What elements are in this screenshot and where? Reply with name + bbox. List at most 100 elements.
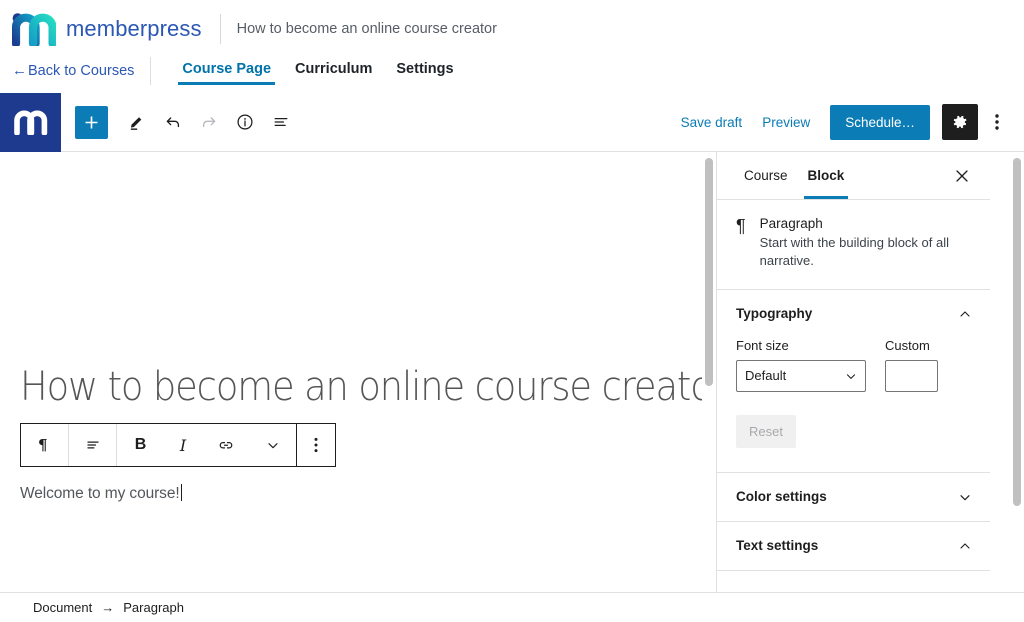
preview-button[interactable]: Preview: [752, 109, 820, 136]
align-text-icon: [86, 441, 99, 449]
sidebar-inner: Course Block ¶ Paragraph Start with the …: [717, 152, 990, 571]
custom-font-size-input[interactable]: [885, 359, 938, 392]
sidebar-tab-course-label: Course: [744, 168, 788, 183]
course-tabs: Course Page Curriculum Settings: [170, 57, 465, 85]
undo-button[interactable]: [155, 104, 191, 140]
selected-block-name: Paragraph: [759, 216, 823, 231]
reset-font-size-button[interactable]: Reset: [736, 414, 796, 448]
settings-gear-button[interactable]: [942, 104, 978, 140]
panel-typography-header[interactable]: Typography: [717, 290, 990, 338]
link-button[interactable]: [202, 424, 249, 466]
memberpress-brand-bar: memberpress How to become an online cour…: [0, 0, 1024, 57]
add-block-button[interactable]: [75, 105, 108, 139]
sidebar-tabs: Course Block: [717, 152, 990, 200]
text-caret: [180, 484, 182, 501]
panel-color-settings-title: Color settings: [736, 489, 827, 505]
memberpress-m-mark-icon[interactable]: [0, 92, 61, 152]
selected-block-info: Paragraph Start with the building block …: [760, 216, 956, 271]
editor-window: memberpress How to become an online cour…: [0, 0, 1024, 622]
paragraph-pilcrow-icon: ¶: [736, 216, 746, 236]
chevron-up-icon: [957, 538, 973, 554]
block-options-button[interactable]: [297, 424, 335, 466]
panel-text-settings-header[interactable]: Text settings: [717, 522, 990, 570]
chevron-up-icon: [957, 306, 973, 322]
back-to-courses-link[interactable]: ← Back to Courses: [0, 57, 134, 85]
align-group: [69, 424, 116, 466]
inline-format-group: B I: [117, 424, 296, 466]
details-info-button[interactable]: [227, 104, 263, 140]
brand-logo-group: memberpress: [12, 12, 202, 46]
editor-toolbar: Save draft Preview Schedule…: [0, 92, 1024, 152]
sidebar-tab-block[interactable]: Block: [798, 152, 855, 199]
breadcrumb: Document → Paragraph: [0, 600, 184, 615]
panel-color-settings-header[interactable]: Color settings: [717, 473, 990, 521]
back-arrow-icon: ←: [12, 62, 27, 79]
list-view-icon: [274, 118, 288, 126]
redo-button[interactable]: [191, 104, 227, 140]
canvas-scrollbar-thumb[interactable]: [705, 158, 713, 386]
panel-typography: Typography Font size Default Custom Rese…: [717, 290, 990, 473]
breadcrumb-document[interactable]: Document: [33, 600, 92, 615]
panel-typography-title: Typography: [736, 306, 813, 322]
more-formats-button[interactable]: [249, 424, 296, 466]
font-size-select[interactable]: Default: [736, 359, 866, 392]
tab-course-page-label: Course Page: [182, 61, 272, 77]
editor-canvas: How to become an online course creator ¶: [0, 152, 716, 592]
breadcrumb-paragraph[interactable]: Paragraph: [123, 600, 184, 615]
breadcrumb-arrow-icon: →: [101, 600, 115, 615]
sidebar-tab-course[interactable]: Course: [734, 152, 798, 199]
editor-footer: Document → Paragraph: [0, 592, 1024, 622]
kebab-menu-icon: [314, 437, 318, 453]
tab-curriculum-label: Curriculum: [295, 61, 373, 77]
save-draft-button[interactable]: Save draft: [671, 109, 753, 136]
font-size-field-group: Font size Default: [736, 338, 866, 392]
tools-pencil-button[interactable]: [119, 104, 155, 140]
more-options-button[interactable]: [982, 104, 1012, 140]
tab-settings-label: Settings: [396, 61, 454, 77]
redo-arrow-icon: [202, 117, 216, 128]
schedule-button[interactable]: Schedule…: [830, 104, 930, 140]
toolbar-left-group: [61, 104, 299, 140]
paragraph-pilcrow-icon: ¶: [38, 436, 48, 454]
undo-arrow-icon: [166, 117, 180, 128]
kebab-menu-icon: [995, 114, 999, 130]
bold-label: B: [134, 436, 147, 453]
panel-text-settings-title: Text settings: [736, 538, 819, 554]
canvas-scrollbar[interactable]: [702, 155, 716, 589]
selected-block-description: Start with the building block of all nar…: [759, 235, 949, 269]
list-view-button[interactable]: [263, 104, 299, 140]
paragraph-text: Welcome to my course!: [20, 485, 180, 502]
info-circle-icon: [237, 114, 253, 130]
tab-curriculum[interactable]: Curriculum: [283, 57, 384, 85]
plus-icon: [85, 116, 98, 128]
sidebar-scrollbar-thumb[interactable]: [1013, 158, 1021, 506]
font-size-label: Font size: [736, 337, 789, 353]
panel-typography-body: Font size Default Custom Reset: [717, 338, 990, 472]
paragraph-block[interactable]: Welcome to my course!: [20, 484, 182, 503]
italic-label: I: [179, 435, 187, 455]
sidebar-scrollbar[interactable]: [1010, 152, 1024, 592]
tab-course-page[interactable]: Course Page: [170, 57, 283, 85]
tab-settings[interactable]: Settings: [384, 57, 465, 85]
sidebar-tab-block-label: Block: [807, 168, 845, 183]
post-title-field[interactable]: How to become an online course creator: [20, 364, 716, 410]
close-sidebar-button[interactable]: [950, 164, 974, 188]
panel-color-settings: Color settings: [717, 473, 990, 522]
custom-font-size-group: Custom: [885, 338, 938, 392]
editor-main-region: How to become an online course creator ¶: [0, 152, 1024, 592]
custom-font-size-label: Custom: [885, 337, 930, 353]
bold-button[interactable]: B: [117, 424, 164, 466]
close-x-icon: [956, 170, 968, 182]
italic-button[interactable]: I: [164, 424, 202, 466]
chevron-down-icon: [267, 443, 278, 449]
brand-divider: [219, 13, 221, 44]
svg-text:¶: ¶: [38, 436, 48, 454]
back-to-courses-label: Back to Courses: [28, 63, 135, 79]
align-text-button[interactable]: [69, 424, 116, 466]
gear-icon: [953, 115, 967, 129]
block-type-paragraph-button[interactable]: ¶: [21, 424, 68, 466]
font-size-select-wrap: Default: [736, 359, 866, 392]
course-nav-bar: ← Back to Courses Course Page Curriculum …: [0, 57, 1024, 90]
nav-divider: [150, 57, 152, 85]
panel-text-settings: Text settings: [717, 522, 990, 571]
